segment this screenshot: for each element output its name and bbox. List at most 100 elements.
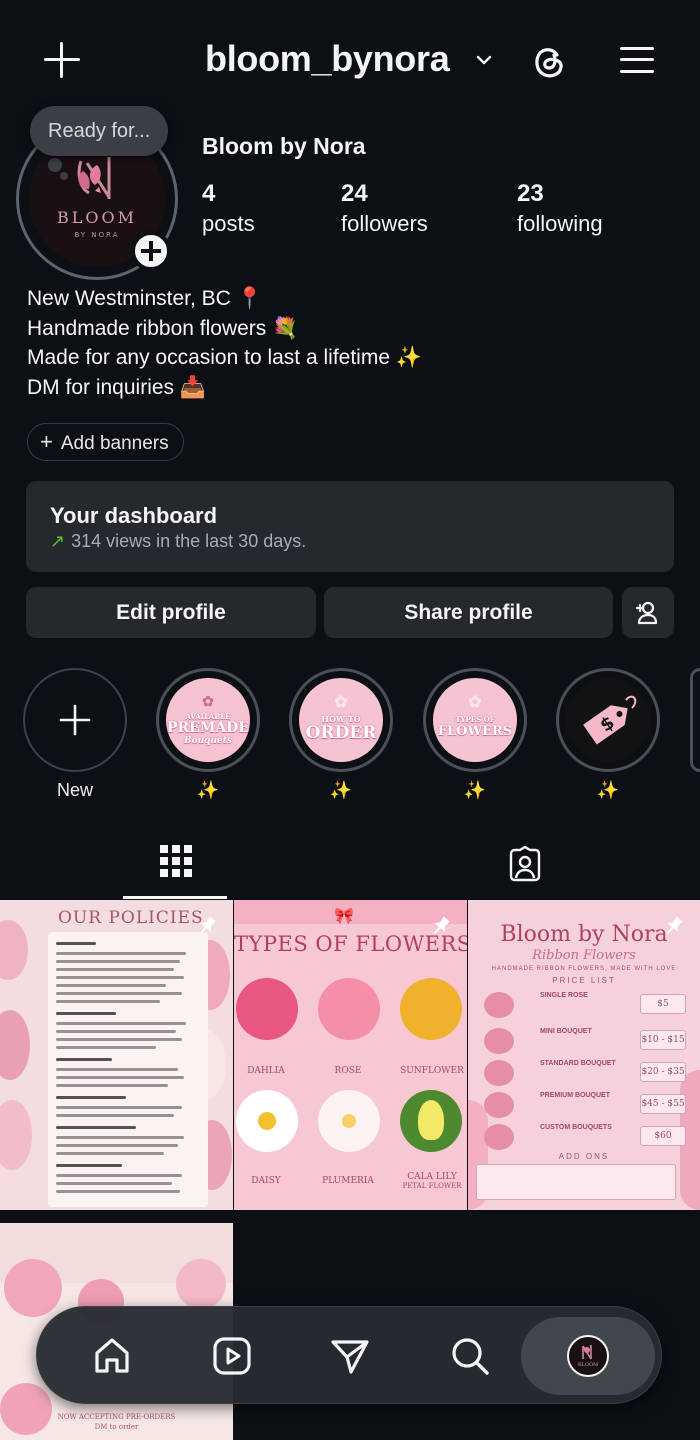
policy-line [56, 1022, 186, 1025]
hamburger-menu-icon[interactable] [620, 44, 656, 76]
post-tagline: HANDMADE RIBBON FLOWERS, MADE WITH LOVE [491, 966, 677, 972]
following-count-value: 23 [517, 180, 544, 207]
search-icon[interactable] [449, 1335, 491, 1377]
bottom-nav: BLOOM [36, 1306, 662, 1404]
policy-line [56, 1000, 160, 1003]
price-item-name: PREMIUM BOUQUET [540, 1092, 610, 1099]
highlight-how-to-order[interactable]: ✿ HOW TO ORDER ✨ [289, 668, 393, 801]
highlight-label: ✨ [196, 780, 220, 800]
policy-line [56, 1084, 168, 1087]
flower-decoration [4, 1259, 62, 1317]
price-row: SINGLE ROSE $5 [484, 992, 694, 1022]
followers-count-label: followers [341, 211, 428, 236]
dashboard-subtitle: ↗ 314 views in the last 30 days. [50, 531, 306, 552]
policy-line [56, 992, 182, 995]
highlight-label: ✨ [596, 780, 620, 800]
add-person-button[interactable] [622, 587, 674, 638]
add-story-button[interactable] [131, 231, 171, 271]
flower-label: DAHLIA [247, 1066, 285, 1076]
price-item-value: $45 - $55 [640, 1094, 686, 1114]
policy-line [56, 1030, 176, 1033]
bouquet-image [484, 1092, 514, 1118]
highlight-ring: ✿ AVAILABLE PREMADE Bouquets [156, 668, 260, 772]
plus-icon[interactable] [44, 42, 80, 78]
price-item-name: SINGLE ROSE [540, 992, 588, 999]
home-icon[interactable] [91, 1335, 133, 1377]
highlight-new[interactable]: New [23, 668, 127, 801]
post-types-of-flowers[interactable]: 🎀 TYPES OF FLOWERS DAHLIA ROSE SUNFLOWER… [234, 900, 467, 1210]
policy-line [56, 1136, 184, 1139]
direct-message-icon[interactable] [329, 1335, 371, 1377]
flower-label: CALA LILY [407, 1172, 457, 1182]
posts-count[interactable]: 4 posts [202, 180, 255, 240]
edit-profile-button[interactable]: Edit profile [26, 587, 316, 638]
note-bubble[interactable]: Ready for... [30, 106, 169, 156]
price-row: PREMIUM BOUQUET $45 - $55 [484, 1092, 694, 1122]
price-item-name: MINI BOUQUET [540, 1028, 592, 1035]
bow-icon: 🎀 [334, 908, 354, 925]
add-banners-button[interactable]: + Add banners [27, 423, 184, 461]
tagged-person-icon[interactable] [507, 846, 543, 882]
following-count[interactable]: 23 following [517, 180, 603, 240]
threads-icon[interactable] [530, 42, 568, 80]
flower-logo-icon: ✿ [468, 692, 482, 711]
post-subtitle: Ribbon Flowers [532, 948, 636, 963]
sunflower-image [400, 978, 462, 1040]
bio-line: DM for inquiries 📥 [27, 375, 207, 399]
policy-line [56, 1182, 172, 1185]
note-bubble-tail-small [60, 172, 68, 180]
highlight-types-of-flowers[interactable]: ✿ TYPES OF FLOWERS ✨ [423, 668, 527, 801]
professional-dashboard[interactable]: Your dashboard ↗ 314 views in the last 30… [26, 481, 674, 572]
policy-line [56, 1038, 182, 1041]
svg-text:BY NORA: BY NORA [74, 231, 119, 239]
pin-icon [666, 916, 683, 935]
price-tag-icon: $ [583, 695, 637, 745]
following-count-label: following [517, 211, 603, 236]
flower-decoration [176, 1259, 226, 1309]
pin-icon [199, 916, 216, 935]
price-item-value: $5 [640, 994, 686, 1014]
policy-line [56, 1046, 156, 1049]
flower-label: PLUMERIA [322, 1176, 374, 1186]
addons-heading: ADD ONS [558, 1152, 610, 1161]
policy-line [56, 1144, 178, 1147]
highlight-ring: ✿ TYPES OF FLOWERS [423, 668, 527, 772]
bio-line: Made for any occasion to last a lifetime… [27, 346, 422, 369]
policy-line [56, 952, 186, 955]
policy-line [56, 1126, 136, 1129]
highlight-label: ✨ [329, 780, 353, 800]
note-bubble-tail [48, 158, 62, 172]
highlight-price-tag[interactable]: $ ✨ [556, 668, 660, 801]
flower-decoration [0, 1100, 32, 1170]
reels-icon[interactable] [211, 1335, 253, 1377]
plus-icon: + [40, 429, 53, 454]
post-title: OUR POLICIES [58, 908, 204, 928]
price-item-name: CUSTOM BOUQUETS [540, 1124, 612, 1131]
post-our-policies[interactable]: OUR POLICIES [0, 900, 233, 1210]
post-price-list[interactable]: Bloom by Nora Ribbon Flowers HANDMADE RI… [468, 900, 700, 1210]
followers-count[interactable]: 24 followers [341, 180, 428, 240]
grid-icon[interactable] [160, 845, 192, 877]
share-profile-button[interactable]: Share profile [324, 587, 613, 638]
policy-line [56, 1106, 182, 1109]
price-item-value: $60 [640, 1126, 686, 1146]
highlight-available-premade[interactable]: ✿ AVAILABLE PREMADE Bouquets ✨ [156, 668, 260, 801]
highlight-cover-text: FLOWERS [437, 724, 513, 739]
svg-text:BLOOM: BLOOM [57, 208, 137, 227]
policy-line [56, 1076, 184, 1079]
chevron-down-icon[interactable] [474, 50, 494, 70]
cala-lily-flower [418, 1100, 444, 1140]
highlight-label: ✨ [463, 780, 487, 800]
active-tab-indicator [123, 896, 227, 899]
username-switcher[interactable]: bloom_bynora [205, 38, 450, 80]
price-item-value: $10 - $15 [640, 1030, 686, 1050]
highlight-cover-text: ORDER [305, 723, 377, 743]
policy-line [56, 984, 166, 987]
highlight-cover-text: TYPES OF [455, 715, 495, 724]
preorder-text: NOW ACCEPTING PRE-ORDERS [57, 1413, 176, 1421]
daisy-center [258, 1112, 276, 1130]
flower-decoration [0, 920, 28, 980]
profile-tab[interactable]: BLOOM [521, 1317, 655, 1395]
policy-line [56, 1058, 112, 1061]
highlight-overflow [690, 668, 700, 772]
